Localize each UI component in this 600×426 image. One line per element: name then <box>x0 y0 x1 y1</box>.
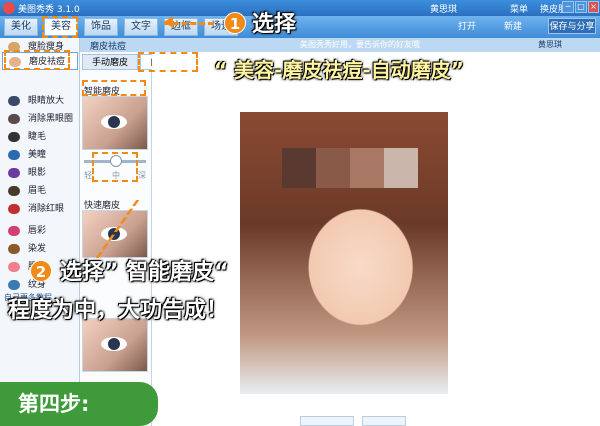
menu-item-eyebrow[interactable]: 眉毛 <box>2 182 78 200</box>
menu-item-eye-enlarge[interactable]: 眼睛放大 <box>2 92 78 110</box>
window-title: 美图秀秀 3.1.0 <box>18 5 80 15</box>
main-tab-bar: 美化 美容 饰品 文字 边框 场景 打开 新建 保存与分享 <box>0 16 600 38</box>
step-banner: 第四步: <box>0 382 158 426</box>
new-button[interactable]: 新建 <box>504 19 522 32</box>
menu-item-eyelash[interactable]: 睫毛 <box>2 128 78 146</box>
step-number-badge: 1 <box>224 12 246 34</box>
contact-lens-icon <box>8 150 20 160</box>
beauty-tool-menu: 瘦脸瘦身 磨皮祛痘 眼睛放大 消除黑眼圈 睫毛 美瞳 眼影 眉毛 消除红眼 唇彩… <box>0 38 80 426</box>
sub-user-name[interactable]: 黄思琪 <box>538 39 562 50</box>
menu-item-red-eye[interactable]: 消除红眼 <box>2 200 78 218</box>
blush-icon <box>8 262 20 272</box>
tattoo-icon <box>8 280 20 290</box>
mosaic-block <box>282 148 316 188</box>
minimize-icon[interactable]: ─ <box>562 1 574 13</box>
menu-item-lip[interactable]: 唇彩 <box>2 222 78 240</box>
app-logo-icon <box>3 2 15 14</box>
eyeshadow-icon <box>8 168 20 178</box>
step1-detail: “ 美容-磨皮祛痘-自动磨皮” <box>214 58 464 82</box>
eye-enlarge-icon <box>8 96 20 106</box>
highlight-beauty-tab <box>42 16 78 38</box>
share-prompt[interactable]: 美图秀秀好用，要告诉你的好友哦 <box>300 39 420 50</box>
preview-iris <box>108 116 120 128</box>
manual-smooth-tab[interactable]: 手动磨皮 <box>82 54 138 70</box>
menu-item-eyeshadow[interactable]: 眼影 <box>2 164 78 182</box>
highlight-smart-smooth <box>82 80 146 96</box>
title-bar: 美图秀秀 3.1.0 黄思琪 菜单 换皮肤 ─ □ × <box>0 0 600 16</box>
eyelash-icon <box>8 132 20 142</box>
smart-smooth-preview[interactable] <box>82 96 148 150</box>
save-share-button[interactable]: 保存与分享 <box>548 18 596 34</box>
mosaic-block <box>350 148 384 188</box>
maximize-icon[interactable]: □ <box>575 1 587 13</box>
tab-beautify[interactable]: 美化 <box>4 18 38 36</box>
highlight-auto-smooth-tab <box>138 52 198 72</box>
panel-title: 磨皮祛痘 <box>90 42 127 52</box>
slider-label-deep: 深 <box>138 171 146 180</box>
third-smooth-preview[interactable] <box>82 318 148 372</box>
arrowhead-left-icon <box>164 16 173 28</box>
menu-button[interactable]: 菜单 <box>510 2 528 15</box>
slider-label-light: 轻 <box>84 171 92 180</box>
step1-title: 选择 <box>252 12 297 37</box>
cancel-button[interactable] <box>362 416 406 426</box>
menu-item-dark-circle[interactable]: 消除黑眼圈 <box>2 110 78 128</box>
sub-header: 磨皮祛痘 美图秀秀好用，要告诉你的好友哦 黄思琪 <box>0 38 600 52</box>
step2-line2: 程度为中，大功告成！ <box>8 298 229 323</box>
mosaic-block <box>384 148 418 188</box>
menu-item-contact-lens[interactable]: 美瞳 <box>2 146 78 164</box>
step2-line1: 选择” 智能磨皮“ <box>60 260 229 285</box>
user-name[interactable]: 黄思琪 <box>430 2 457 15</box>
open-button[interactable]: 打开 <box>458 19 476 32</box>
compare-button[interactable] <box>300 416 354 426</box>
face-mosaic <box>282 148 418 188</box>
tab-text[interactable]: 文字 <box>124 18 158 36</box>
preview-iris <box>108 338 120 350</box>
dark-circle-icon <box>8 114 20 124</box>
highlight-face-smooth-item <box>4 50 70 70</box>
close-icon[interactable]: × <box>588 1 599 13</box>
hair-dye-icon <box>8 244 20 254</box>
mosaic-block <box>316 148 350 188</box>
red-eye-icon <box>8 204 20 214</box>
tab-accessory[interactable]: 饰品 <box>84 18 118 36</box>
highlight-slider-medium <box>92 152 138 182</box>
eyebrow-icon <box>8 186 20 196</box>
step-number-badge: 2 <box>30 260 52 282</box>
lip-icon <box>8 226 20 236</box>
